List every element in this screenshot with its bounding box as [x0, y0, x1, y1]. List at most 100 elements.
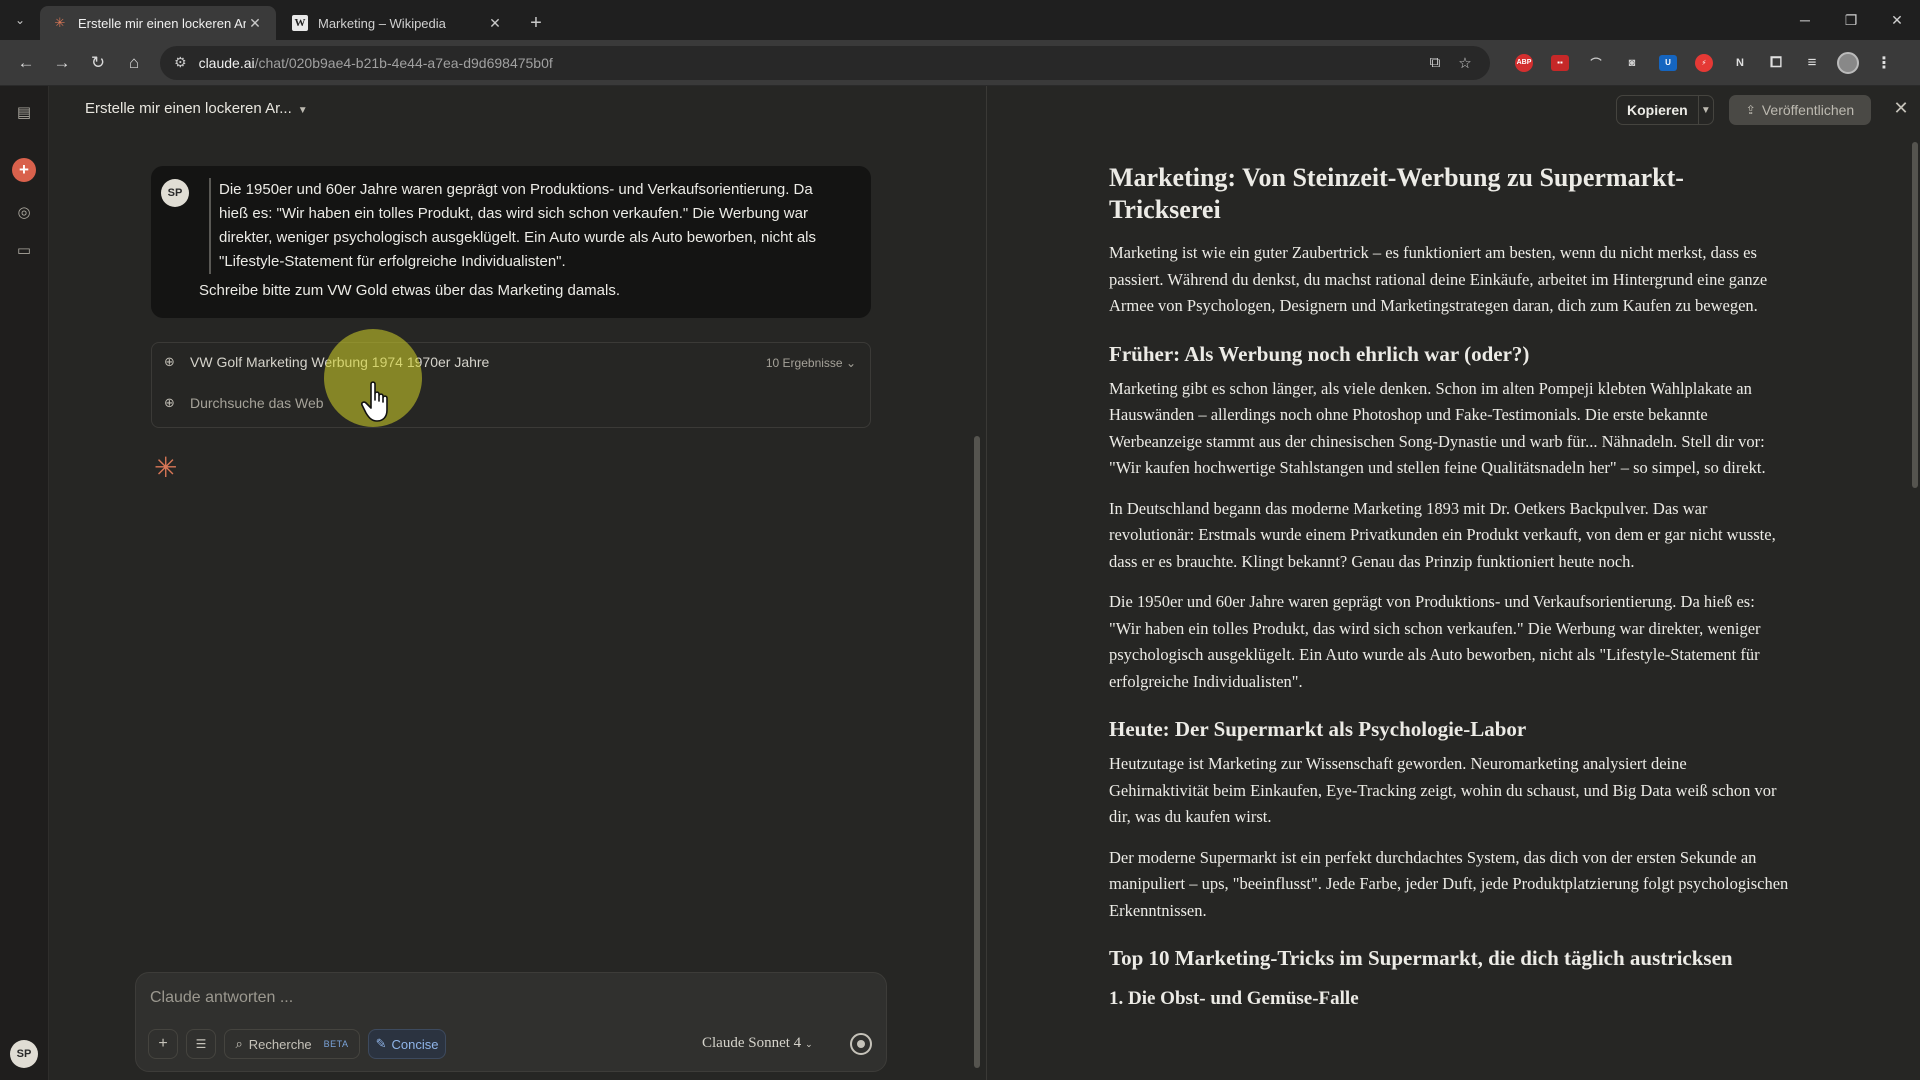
chat-title-dropdown[interactable]: Erstelle mir einen lockeren Ar... ▼ [85, 100, 308, 117]
user-message: SP Die 1950er und 60er Jahre waren geprä… [151, 166, 871, 318]
tab-search-chevron-icon[interactable]: ⌄ [0, 0, 40, 40]
tools-sliders-button[interactable]: ☰ [186, 1029, 216, 1059]
copy-button[interactable]: Kopieren [1617, 96, 1699, 124]
research-button[interactable]: ⌕ Recherche BETA [224, 1029, 360, 1059]
site-settings-icon[interactable]: ⚙ [174, 54, 187, 71]
tab-wikipedia[interactable]: W Marketing – Wikipedia ✕ [280, 6, 516, 40]
heading-obst: 1. Die Obst- und Gemüse-Falle [1109, 988, 1359, 1009]
url-host: claude.ai [198, 54, 255, 71]
user-request-text: Schreibe bitte zum VW Gold etwas über da… [199, 282, 621, 299]
heading-top10: Top 10 Marketing-Tricks im Supermarkt, d… [1109, 946, 1733, 970]
extensions-area: ABP ▪▪ ⌒ ◙ U ⚡ N ⧠ ≡ ⋮ [1506, 45, 1902, 81]
paragraph: Der moderne Supermarkt ist ein perfekt d… [1109, 847, 1789, 920]
new-tab-button[interactable]: + [520, 6, 552, 40]
search-status-row: ⊕ Durchsuche das Web [164, 395, 324, 411]
paragraph-intro: Marketing ist wie ein guter Zaubertrick … [1109, 243, 1768, 315]
quote-line: direkter, weniger psychologisch ausgeklü… [219, 229, 817, 246]
media-control-icon[interactable]: ≡ [1794, 45, 1830, 81]
left-rail: ▤ + ◎ ▭ SP [0, 86, 49, 1080]
notion-extension-icon[interactable]: N [1722, 45, 1758, 81]
close-artifact-icon[interactable]: ✕ [1889, 96, 1913, 120]
red-extension-icon[interactable]: ▪▪ [1542, 45, 1578, 81]
restore-icon[interactable]: ❐ [1828, 0, 1874, 40]
install-app-icon[interactable]: ⧉ [1420, 54, 1450, 71]
browser-tab-bar: ⌄ ✳ Erstelle mir einen lockeren Ar... ✕ … [0, 0, 1920, 40]
quote-line: hieß es: "Wir haben ein tolles Produkt, … [219, 205, 808, 222]
projects-box-icon[interactable]: ▭ [12, 238, 36, 262]
style-concise-button[interactable]: ✎ Concise [368, 1029, 446, 1059]
composer-input[interactable]: Claude antworten ... [150, 989, 293, 1007]
research-label: Recherche [248, 1036, 312, 1052]
artifact-panel: Kopieren ▼ ⇪ Veröffentlichen ✕ Marketing… [987, 86, 1920, 1080]
window-controls: ─ ❐ ✕ [1782, 0, 1920, 40]
chat-panel: Erstelle mir einen lockeren Ar... ▼ SP Di… [49, 86, 986, 1080]
publish-button[interactable]: ⇪ Veröffentlichen [1729, 95, 1871, 125]
paragraph: In Deutschland begann das moderne Market… [1109, 498, 1776, 571]
shield-extension-icon[interactable]: U [1650, 45, 1686, 81]
tab-claude-chat[interactable]: ✳ Erstelle mir einen lockeren Ar... ✕ [40, 6, 276, 40]
address-bar[interactable]: ⚙ claude.ai /chat/020b9ae4-b21b-4e44-a7e… [160, 45, 1490, 80]
user-message-avatar: SP [161, 179, 189, 207]
puzzle-extensions-icon[interactable]: ⧠ [1758, 45, 1794, 81]
publish-label: Veröffentlichen [1761, 102, 1855, 118]
minimize-icon[interactable]: ─ [1782, 0, 1828, 40]
adblock-extension-icon[interactable]: ABP [1506, 45, 1542, 81]
claude-icon: ✳ [54, 15, 66, 30]
hand-cursor-icon [361, 381, 388, 422]
magnifier-icon: ⌕ [235, 1036, 243, 1051]
chat-title: Erstelle mir einen lockeren Ar... [85, 100, 292, 117]
tab-title: Marketing – Wikipedia [318, 15, 446, 31]
beta-badge: BETA [323, 1039, 349, 1049]
voice-record-button[interactable] [850, 1033, 872, 1055]
chevron-down-icon: ⌄ [805, 1039, 813, 1049]
tab-close-icon[interactable]: ✕ [246, 15, 264, 32]
web-search-block: ⊕ VW Golf Marketing Werbung 1974 1970er … [151, 342, 871, 428]
claude-thinking-spark-icon: ✳ [154, 452, 178, 483]
artifact-scrollbar[interactable] [1912, 142, 1918, 488]
copy-options-chevron-icon[interactable]: ▼ [1699, 105, 1713, 116]
search-status: Durchsuche das Web [190, 395, 324, 411]
paragraph: Marketing gibt es schon länger, als viel… [1109, 378, 1766, 478]
forward-arrow-icon[interactable]: → [44, 45, 80, 81]
back-arrow-icon[interactable]: ← [8, 45, 44, 81]
new-chat-plus-icon[interactable]: + [12, 158, 36, 182]
tab-close-icon[interactable]: ✕ [486, 15, 504, 32]
quote-line: "Lifestyle-Statement für erfolgreiche In… [219, 253, 566, 270]
browser-menu-icon[interactable]: ⋮ [1866, 45, 1902, 81]
quoted-text: Die 1950er und 60er Jahre waren geprägt … [209, 178, 849, 274]
upload-icon: ⇪ [1745, 103, 1756, 117]
heading-heute: Heute: Der Supermarkt als Psychologie-La… [1109, 717, 1527, 741]
user-avatar[interactable]: SP [10, 1040, 38, 1068]
tab-title: Erstelle mir einen lockeren Ar... [78, 15, 246, 31]
flash-extension-icon[interactable]: ⚡ [1686, 45, 1722, 81]
artifact-toolbar: Kopieren ▼ ⇪ Veröffentlichen ✕ [987, 86, 1920, 130]
profile-avatar[interactable] [1830, 45, 1866, 81]
message-composer: Claude antworten ... + ☰ ⌕ Recherche BET… [135, 972, 887, 1072]
camera-extension-icon[interactable]: ◙ [1614, 45, 1650, 81]
heading-frueher: Früher: Als Werbung noch ehrlich war (od… [1109, 341, 1530, 366]
claude-app: ▤ + ◎ ▭ SP Erstelle mir einen lockeren A… [0, 86, 1920, 1080]
url-path: /chat/020b9ae4-b21b-4e44-a7ea-d9d698475b… [254, 54, 553, 71]
sidebar-toggle-icon[interactable]: ▤ [12, 100, 36, 124]
wikipedia-icon: W [292, 15, 308, 31]
quote-line: Die 1950er und 60er Jahre waren geprägt … [219, 181, 813, 198]
home-icon[interactable]: ⌂ [116, 45, 152, 81]
bookmark-star-icon[interactable]: ☆ [1450, 54, 1480, 72]
reload-icon[interactable]: ↻ [80, 45, 116, 81]
browser-toolbar: ← → ↻ ⌂ ⚙ claude.ai /chat/020b9ae4-b21b-… [0, 40, 1920, 86]
search-results-toggle[interactable]: 10 Ergebnisse ⌄ [766, 356, 856, 370]
paragraph: Die 1950er und 60er Jahre waren geprägt … [1109, 592, 1761, 691]
attach-plus-button[interactable]: + [148, 1029, 178, 1059]
globe-icon: ⊕ [164, 395, 175, 410]
chats-search-icon[interactable]: ◎ [12, 200, 36, 224]
window-close-icon[interactable]: ✕ [1874, 0, 1920, 40]
document-title: Marketing: Von Steinzeit-Werbung zu Supe… [1109, 163, 1684, 224]
copy-button-group: Kopieren ▼ [1616, 95, 1714, 125]
model-selector[interactable]: Claude Sonnet 4 ⌄ [702, 1035, 813, 1052]
chat-scrollbar[interactable] [974, 436, 980, 1068]
paragraph: Heutzutage ist Marketing zur Wissenschaf… [1109, 754, 1777, 826]
gauge-extension-icon[interactable]: ⌒ [1578, 45, 1614, 81]
chevron-down-icon: ▼ [297, 105, 308, 116]
model-label: Claude Sonnet 4 [702, 1035, 802, 1051]
style-label: Concise [391, 1036, 439, 1052]
